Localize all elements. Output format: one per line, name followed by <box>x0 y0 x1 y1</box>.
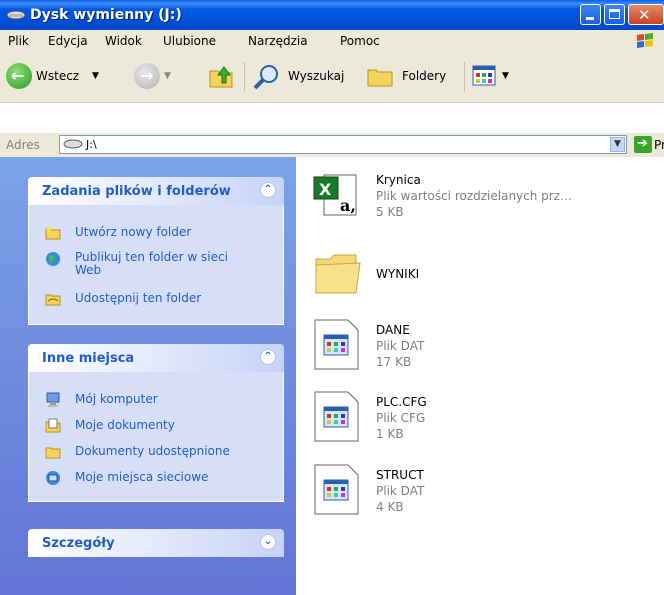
maximize-button[interactable] <box>604 4 625 25</box>
file-view: X a, Krynica Plik wartości rozdzielanych… <box>296 157 664 595</box>
menu-bar: Plik Edycja Widok Ulubione Narzędzia Pom… <box>0 30 664 53</box>
minimize-button[interactable] <box>580 4 601 25</box>
details-header[interactable]: Szczegóły ⌄ <box>28 529 284 557</box>
documents-icon <box>45 418 61 433</box>
minimize-icon <box>586 17 594 20</box>
file-type: Plik wartości rozdzielanych prz… <box>376 189 573 203</box>
back-dropdown-icon[interactable]: ▼ <box>92 71 99 81</box>
maximize-icon <box>609 9 620 19</box>
arrow-left-icon: ← <box>11 66 25 85</box>
drive-icon <box>63 139 83 149</box>
file-size: 4 KB <box>376 500 404 514</box>
folder-icon <box>315 254 361 294</box>
dat-file-icon <box>314 464 359 515</box>
file-tasks-header[interactable]: Zadania plików i folderów ⌃ <box>28 177 284 205</box>
window-title: Dysk wymienny (J:) <box>30 7 182 23</box>
excel-csv-icon: X a, <box>313 174 357 216</box>
views-icon[interactable] <box>472 64 498 88</box>
file-item[interactable]: X a, Krynica Plik wartości rozdzielanych… <box>310 169 660 219</box>
menu-pomoc[interactable]: Pomoc <box>340 34 380 48</box>
search-icon[interactable] <box>252 63 282 91</box>
go-button[interactable]: ➔ <box>634 136 652 153</box>
dat-file-icon <box>314 319 359 370</box>
file-tasks-title: Zadania plików i folderów <box>42 184 231 199</box>
file-tasks-body: Utwórz nowy folder Publikuj ten folder w… <box>28 205 284 325</box>
file-size: 17 KB <box>376 355 412 369</box>
windows-logo-icon <box>637 33 653 48</box>
file-size: 1 KB <box>376 427 404 441</box>
folders-label[interactable]: Foldery <box>402 69 446 83</box>
other-places-body: Mój komputer Moje dokumenty Dokumenty ud… <box>28 372 284 502</box>
task-pane: Zadania plików i folderów ⌃ Utwórz nowy … <box>0 157 296 595</box>
back-button[interactable]: ← <box>6 63 32 89</box>
go-arrow-icon: ➔ <box>637 136 648 151</box>
other-places-title: Inne miejsca <box>42 351 135 366</box>
toolbar-separator <box>464 62 465 92</box>
file-name: DANE <box>376 323 410 337</box>
file-type: Plik DAT <box>376 339 425 353</box>
title-bar[interactable]: Dysk wymienny (J:) ✕ <box>0 0 664 30</box>
file-item[interactable]: STRUCT Plik DAT 4 KB <box>310 462 660 518</box>
go-label[interactable]: Przejdź <box>654 138 664 152</box>
menu-narzedzia[interactable]: Narzędzia <box>248 34 308 48</box>
menu-edycja[interactable]: Edycja <box>48 34 88 48</box>
folder-up-icon[interactable] <box>208 63 236 89</box>
network-icon <box>46 471 60 485</box>
svg-text:a,: a, <box>340 196 356 215</box>
svg-text:X: X <box>319 180 332 199</box>
globe-icon <box>46 252 60 266</box>
file-type: Plik CFG <box>376 411 426 425</box>
toolbar-separator <box>244 62 245 92</box>
forward-dropdown-icon[interactable]: ▼ <box>164 71 171 81</box>
file-name: Krynica <box>376 173 421 187</box>
other-places-header[interactable]: Inne miejsca ⌃ <box>28 344 284 372</box>
address-dropdown-icon[interactable]: ▼ <box>610 137 625 152</box>
chevron-up-icon[interactable]: ⌃ <box>260 182 276 198</box>
toolbar: ← Wstecz ▼ → ▼ Wyszukaj Foldery ▼ <box>0 52 664 103</box>
file-item[interactable]: PLC.CFG Plik CFG 1 KB <box>310 389 660 445</box>
arrow-right-icon: → <box>140 66 154 85</box>
details-title: Szczegóły <box>42 536 115 551</box>
address-value[interactable]: J:\ <box>86 138 97 151</box>
address-field[interactable]: J:\ ▼ <box>59 135 627 154</box>
file-name: PLC.CFG <box>376 395 427 409</box>
folder-item[interactable]: WYNIKI <box>310 247 660 299</box>
views-dropdown-icon[interactable]: ▼ <box>502 71 509 81</box>
cfg-file-icon <box>314 391 359 442</box>
chevron-down-icon[interactable]: ⌄ <box>260 534 276 550</box>
forward-button[interactable]: → <box>134 63 160 89</box>
folder-name: WYNIKI <box>376 267 420 281</box>
computer-icon <box>46 392 60 407</box>
close-button[interactable]: ✕ <box>628 4 664 25</box>
file-type: Plik DAT <box>376 484 425 498</box>
search-label[interactable]: Wyszukaj <box>288 69 344 83</box>
address-bar: Adres J:\ ▼ ➔ Przejdź <box>0 132 664 157</box>
folders-icon[interactable] <box>366 64 396 90</box>
drive-icon <box>6 10 26 20</box>
new-folder-icon <box>45 226 61 240</box>
menu-widok[interactable]: Widok <box>105 34 142 48</box>
menu-ulubione[interactable]: Ulubione <box>163 34 216 48</box>
share-folder-icon <box>45 294 61 306</box>
file-name: STRUCT <box>376 468 424 482</box>
chevron-up-icon[interactable]: ⌃ <box>260 349 276 365</box>
menu-plik[interactable]: Plik <box>8 34 29 48</box>
back-label[interactable]: Wstecz <box>36 69 79 83</box>
file-size: 5 KB <box>376 205 404 219</box>
file-item[interactable]: DANE Plik DAT 17 KB <box>310 317 660 373</box>
address-label: Adres <box>6 138 40 152</box>
close-icon: ✕ <box>638 6 651 24</box>
shared-folder-icon <box>45 447 61 459</box>
